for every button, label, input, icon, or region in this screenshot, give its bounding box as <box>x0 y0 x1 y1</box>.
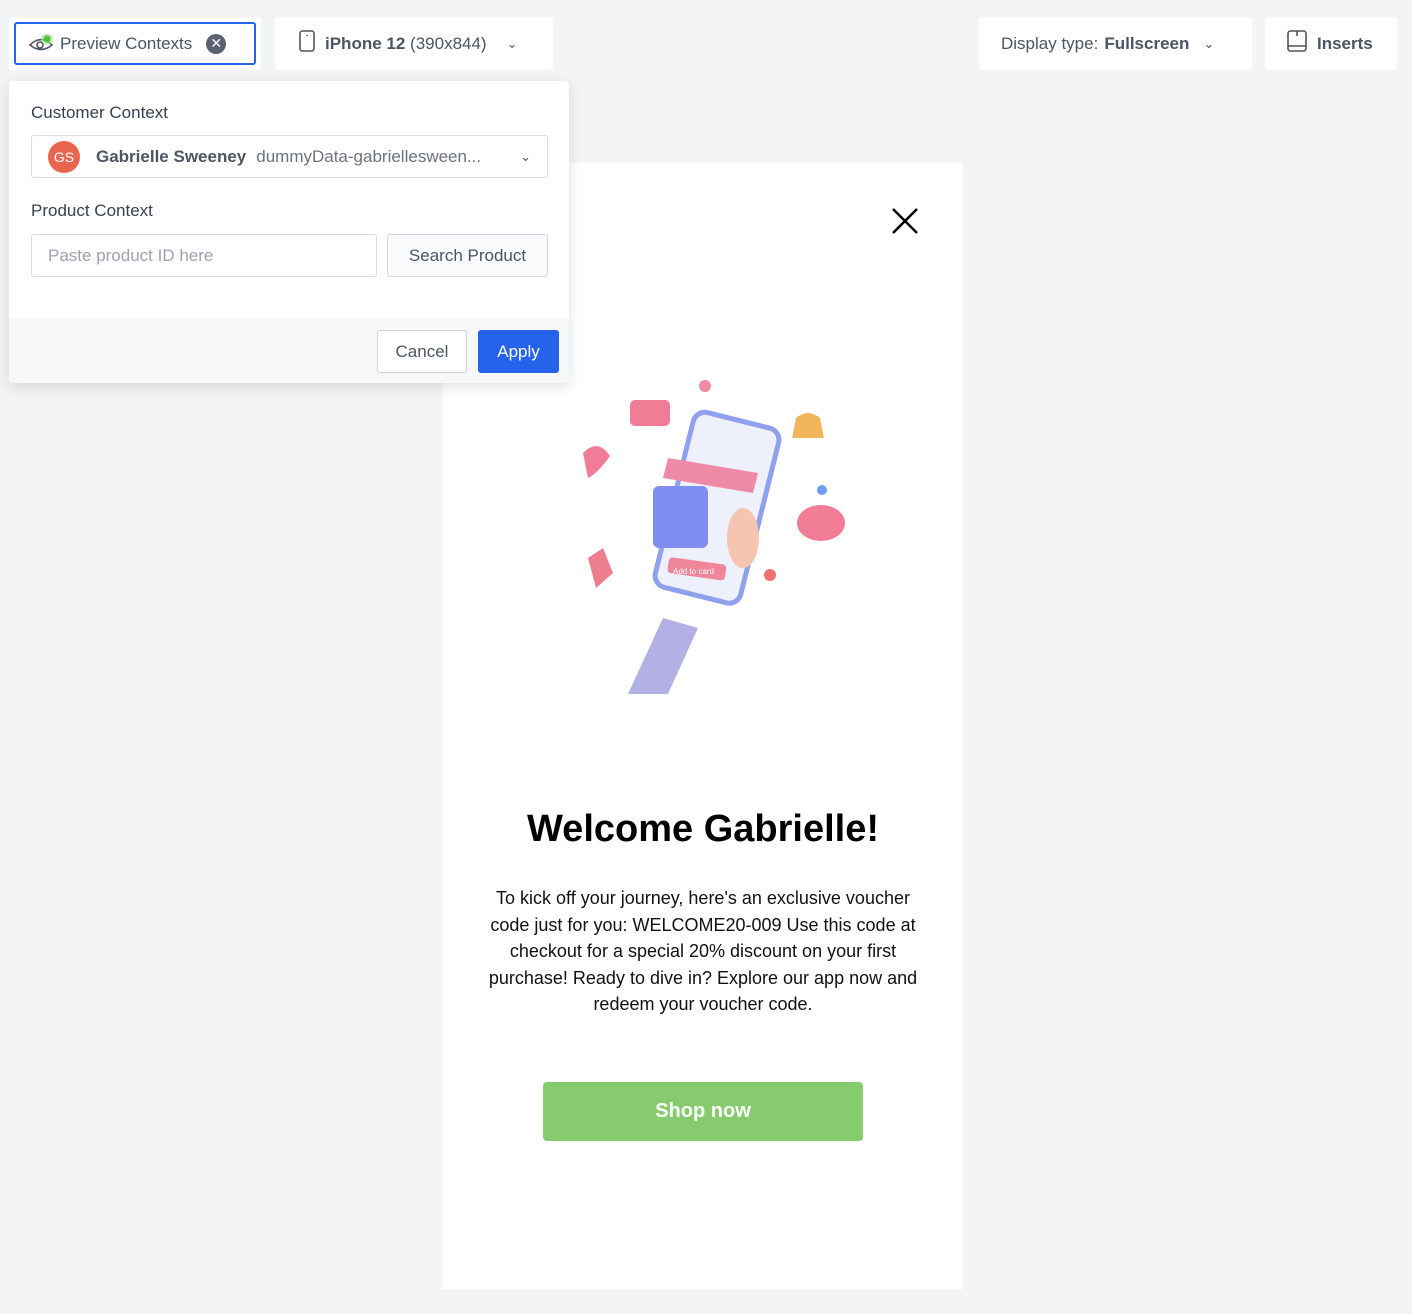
preview-contexts-label: Preview Contexts <box>60 33 193 53</box>
customer-selector[interactable]: GS Gabrielle Sweeney dummyData-gabrielle… <box>31 135 548 178</box>
eye-icon <box>28 32 54 54</box>
inserts-button[interactable]: Inserts <box>1265 17 1397 70</box>
device-size: (390x844) <box>410 33 487 53</box>
display-type-value: Fullscreen <box>1104 33 1190 53</box>
customer-context-label: Customer Context <box>31 103 168 122</box>
avatar: GS <box>48 140 80 173</box>
shop-now-button[interactable]: Shop now <box>543 1082 863 1141</box>
add-to-card-text: Add to card <box>673 567 714 576</box>
apply-button[interactable]: Apply <box>478 330 559 373</box>
close-icon[interactable] <box>891 207 919 240</box>
search-product-button[interactable]: Search Product <box>387 234 548 277</box>
shopping-illustration: Add to card <box>583 380 845 694</box>
product-id-input[interactable] <box>31 234 377 277</box>
inserts-label: Inserts <box>1317 33 1373 53</box>
display-type-label: Display type: <box>1001 33 1099 53</box>
cancel-button[interactable]: Cancel <box>377 330 467 373</box>
preview-contexts-toggle[interactable]: Preview Contexts ✕ <box>9 17 261 70</box>
product-context-label: Product Context <box>31 201 153 220</box>
chevron-down-icon: ⌄ <box>506 35 518 51</box>
chevron-down-icon: ⌄ <box>1203 35 1215 51</box>
device-selector[interactable]: iPhone 12 (390x844) ⌄ <box>275 17 553 70</box>
customer-id: dummyData-gabriellesween... <box>256 146 482 166</box>
phone-icon <box>299 30 315 57</box>
device-name: iPhone 12 <box>325 33 406 53</box>
welcome-title: Welcome Gabrielle! <box>527 808 879 850</box>
display-type-selector[interactable]: Display type: Fullscreen ⌄ <box>979 17 1252 70</box>
book-icon <box>1287 30 1307 57</box>
close-icon[interactable]: ✕ <box>206 33 227 54</box>
welcome-body: To kick off your journey, here's an excl… <box>488 888 918 1014</box>
customer-name: Gabrielle Sweeney <box>96 146 247 166</box>
preview-contexts-panel: Customer Context GS Gabrielle Sweeney du… <box>9 81 569 383</box>
chevron-down-icon: ⌄ <box>520 148 531 164</box>
